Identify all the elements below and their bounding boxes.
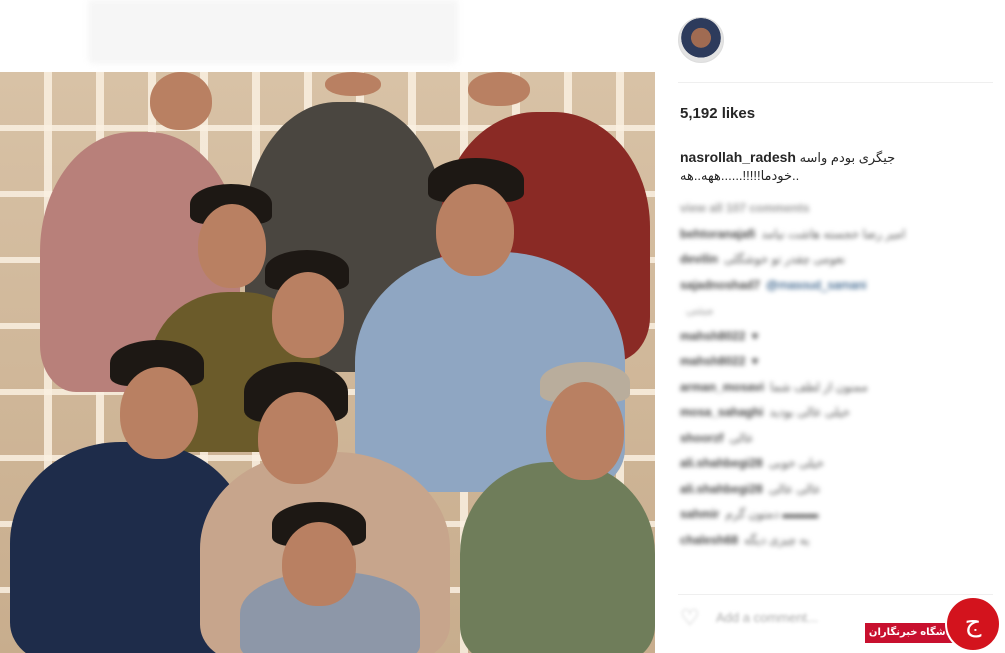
comment-text: دمتون گرم ▬▬▬ (725, 507, 819, 521)
comment-row: sajadnoshad7 @masoud_samani (680, 273, 980, 299)
photo-face (546, 382, 624, 480)
caption-text-line1: جیگری بودم واسه (799, 150, 896, 165)
comment-row: sahmir دمتون گرم ▬▬▬ (680, 502, 980, 528)
comment-text: ممنون از لطف شما (770, 379, 868, 394)
comment-row: ali.shahbegi28 خیلی خوبی (680, 451, 980, 477)
photo-face (198, 204, 266, 288)
watermark-logo-icon: ج (945, 596, 1001, 652)
header-divider (678, 82, 993, 83)
photo-figure (460, 462, 655, 653)
photo-face (150, 72, 212, 130)
comment-row: mahsh8022 ♥ (680, 349, 980, 375)
photo-face (282, 522, 356, 606)
comment-username[interactable]: devilin (680, 252, 718, 266)
comment-text: عالی عالی (768, 481, 821, 496)
comment-username[interactable]: mahsh8022 (680, 354, 745, 368)
comment-username[interactable]: sahmir (680, 507, 719, 521)
profile-avatar[interactable] (678, 17, 724, 63)
photo-face (325, 72, 381, 96)
comment-username[interactable]: sajadnoshad7 (680, 278, 760, 292)
comment-row: mosa_sahaghi خیلی عالی بودید (680, 400, 980, 426)
comment-username[interactable]: shoorzf (680, 431, 723, 445)
comment-username[interactable]: mahsh8022 (680, 329, 745, 343)
like-heart-icon[interactable]: ♡ (680, 607, 704, 629)
watermark: باشگاه خبرنگاران ج (865, 593, 1005, 653)
comment-row: chalesh68 یه چیزی دیگه (680, 528, 980, 554)
comment-row: behtoranajafi امیر رضا خجسته هاشت نیامد (680, 222, 980, 248)
comment-text: ♥ (751, 354, 759, 368)
comment-row: arman_mosavi ممنون از لطف شما (680, 375, 980, 401)
comment-username[interactable]: view all 107 comments (680, 201, 809, 215)
comment-text: عالی (729, 430, 754, 445)
comment-row: view all 107 comments (680, 196, 980, 222)
comment-username[interactable]: behtoranajafi (680, 227, 755, 241)
comment-username[interactable]: arman_mosavi (680, 380, 764, 394)
photo-face (436, 184, 514, 276)
caption-text-line2: ..خودما!!!!!......ههه..هه (680, 168, 800, 183)
add-comment-input[interactable]: Add a comment... (716, 610, 818, 625)
post-caption: nasrollah_radesh جیگری بودم واسه ..خودما… (680, 148, 995, 185)
watermark-site-name: باشگاه خبرنگاران (865, 623, 957, 643)
comment-username[interactable]: chalesh68 (680, 533, 738, 547)
comment-row: shoorzf عالی (680, 426, 980, 452)
likes-count[interactable]: 5,192 likes (680, 105, 755, 122)
comment-text: @masoud_samani (766, 277, 867, 292)
comment-text: امیر رضا خجسته هاشت نیامد (761, 226, 906, 241)
photo-face (272, 272, 344, 358)
comment-row: ali.shahbegi28 عالی عالی (680, 477, 980, 503)
comment-username[interactable]: ali.shahbegi28 (680, 456, 763, 470)
caption-username[interactable]: nasrollah_radesh (680, 149, 796, 165)
comment-text: خیلی عالی بودید (769, 405, 851, 419)
photo-face (258, 392, 338, 484)
comment-text: ♥ (751, 328, 759, 343)
comment-row: devilin نعومی چقدر تو خوشگلی (680, 247, 980, 273)
comments-list: view all 107 comments behtoranajafi امیر ر… (680, 196, 980, 553)
comment-row: mahsh8022 ♥ (680, 324, 980, 350)
header-blurred-region (88, 0, 458, 64)
post-photo[interactable] (0, 72, 655, 653)
comment-row: مبتنی (680, 298, 980, 324)
photo-face (120, 367, 198, 459)
comment-text: یه چیزی دیگه (744, 532, 810, 547)
comment-username[interactable]: mosa_sahaghi (680, 405, 763, 419)
photo-face (468, 72, 530, 106)
comment-username[interactable]: ali.shahbegi28 (680, 482, 763, 496)
comment-text: خیلی خوبی (768, 456, 825, 470)
comment-text: نعومی چقدر تو خوشگلی (724, 252, 846, 266)
comment-text: مبتنی (686, 303, 714, 317)
post-sidebar: 5,192 likes nasrollah_radesh جیگری بودم … (668, 0, 1005, 653)
